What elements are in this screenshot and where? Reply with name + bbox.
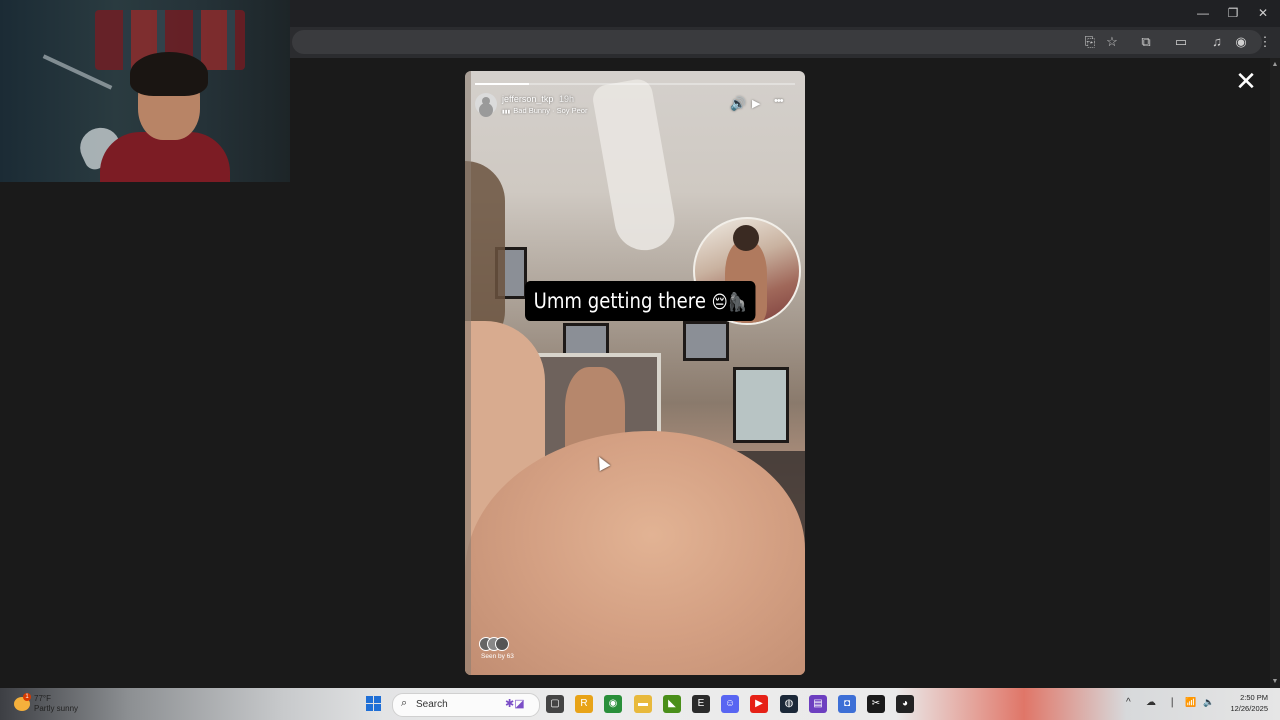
page-scrollbar[interactable] (1270, 58, 1280, 688)
story-username[interactable]: jefferson_tkp (502, 94, 553, 104)
search-label: Search (416, 699, 448, 710)
youtube-icon[interactable]: ▶ (750, 695, 768, 713)
windows-logo-icon (366, 704, 373, 711)
maximize-button[interactable]: ❐ (1218, 4, 1248, 22)
nvidia-icon[interactable]: ◣ (663, 695, 681, 713)
user-avatar[interactable] (475, 93, 497, 115)
profile-icon[interactable]: ◉ (1232, 33, 1250, 51)
scroll-up-arrow-icon[interactable]: ▲ (1270, 60, 1280, 70)
media-controls-icon[interactable]: ♫ (1208, 33, 1226, 51)
file-explorer-icon[interactable]: ▬ (634, 695, 652, 713)
viewer-avatar (495, 637, 509, 651)
extensions-icon[interactable]: ⧉ (1137, 33, 1155, 51)
weather-temperature: 77°F (34, 694, 51, 703)
search-icon: ⌕ (401, 697, 408, 709)
weather-notification-badge: 1 (23, 693, 31, 701)
story-music-label[interactable]: ▮▮▮ Bad Bunny · Soy Peor (502, 106, 587, 115)
wifi-icon[interactable]: 📶 (1185, 697, 1196, 708)
rockstar-icon[interactable]: R (575, 695, 593, 713)
windows-logo-icon (374, 696, 381, 703)
close-window-button[interactable]: ✕ (1248, 4, 1278, 22)
story-header: jefferson_tkp 19h ▮▮▮ Bad Bunny · Soy Peo… (475, 93, 795, 121)
music-bars-icon: ▮▮▮ (502, 109, 511, 115)
obs-icon[interactable]: ◕ (896, 695, 914, 713)
story-viewer[interactable]: jefferson_tkp 19h ▮▮▮ Bad Bunny · Soy Peo… (465, 71, 805, 675)
seen-by-avatars (479, 637, 519, 651)
clock-time[interactable]: 2:50 PM (1232, 693, 1268, 702)
weather-condition: Partly sunny (34, 704, 79, 713)
story-caption-text: Umm getting there (533, 289, 706, 313)
scroll-down-arrow-icon[interactable]: ▼ (1270, 677, 1280, 687)
install-app-icon[interactable]: ⎘ (1081, 33, 1099, 51)
taskbar-search[interactable]: ⌕ Search ✱◪ (392, 693, 540, 717)
volume-icon[interactable]: 🔊 (730, 96, 746, 112)
story-progress-fill (475, 83, 530, 85)
tray-pen-icon[interactable]: ❘ (1168, 697, 1176, 708)
more-options-icon[interactable]: ••• (774, 95, 784, 107)
webcam-overlay (0, 0, 290, 182)
capcut-icon[interactable]: ✂ (867, 695, 885, 713)
clock-date[interactable]: 12/26/2025 (1222, 704, 1268, 713)
story-wall-frame (733, 367, 789, 443)
game-launcher-icon[interactable]: ▤ (809, 695, 827, 713)
seen-by-count: Seen by 63 (481, 653, 514, 660)
caption-emoji: 😔🦍 (711, 292, 748, 313)
epic-games-icon[interactable]: E (692, 695, 710, 713)
seen-by-section[interactable]: Seen by 63 (479, 637, 539, 667)
tray-cloud-icon[interactable]: ☁ (1146, 697, 1156, 708)
webcam-person-hair (130, 52, 208, 96)
app-blue-icon[interactable]: ◘ (838, 695, 856, 713)
bookmark-star-icon[interactable]: ☆ (1103, 33, 1121, 51)
minimize-button[interactable]: — (1188, 4, 1218, 22)
chrome-icon[interactable]: ◉ (604, 695, 622, 713)
windows-logo-icon (374, 704, 381, 711)
sticker-person-head (733, 225, 759, 251)
close-story-button[interactable]: ✕ (1235, 68, 1257, 94)
windows-logo-icon (366, 696, 373, 703)
start-button[interactable] (366, 696, 382, 712)
story-progress-bar (475, 83, 795, 85)
tray-overflow-icon[interactable]: ^ (1126, 697, 1131, 708)
menu-icon[interactable]: ⋮ (1256, 33, 1274, 51)
story-music-text: Bad Bunny · Soy Peor (513, 106, 588, 115)
search-highlight-icon: ✱◪ (505, 698, 525, 710)
story-caption: Umm getting there 😔🦍 (525, 281, 756, 321)
story-edge-shadow (465, 71, 471, 675)
discord-icon[interactable]: ☺ (721, 695, 739, 713)
steam-icon[interactable]: ◍ (780, 695, 798, 713)
task-view-icon[interactable]: ▢ (546, 695, 564, 713)
sidepanel-icon[interactable]: ▭ (1172, 33, 1190, 51)
play-icon[interactable]: ▶ (752, 97, 760, 110)
story-wall-frame (683, 321, 729, 361)
volume-tray-icon[interactable]: 🔈 (1203, 697, 1214, 708)
story-time-ago: 19h (559, 94, 575, 104)
